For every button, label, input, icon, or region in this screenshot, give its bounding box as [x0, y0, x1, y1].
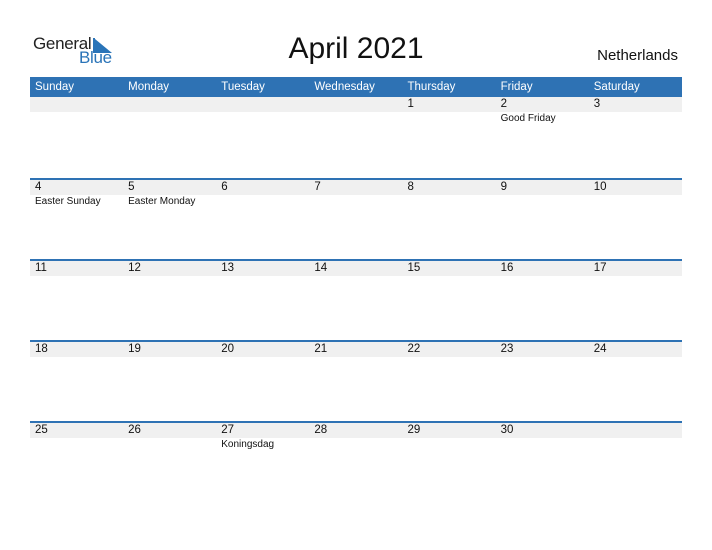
day-cell: 13: [216, 261, 309, 276]
day-number: 21: [314, 343, 328, 355]
weekday-header: Sunday Monday Tuesday Wednesday Thursday…: [30, 77, 682, 97]
day-number: 30: [500, 424, 514, 436]
day-cell: 25: [30, 423, 123, 438]
day-number: 26: [128, 424, 141, 436]
day-cell: 26: [123, 423, 216, 438]
day-number: 10: [593, 181, 607, 193]
day-number: 13: [221, 262, 235, 274]
day-cell: 24: [589, 342, 682, 357]
day-cell: 2 Good Friday: [496, 97, 589, 124]
weekday-friday: Friday: [500, 81, 533, 93]
day-number: 28: [314, 424, 328, 436]
day-cell: 17: [589, 261, 682, 276]
day-number: 8: [407, 181, 414, 193]
week-row: 11 12 13 14 15 16 17: [30, 259, 682, 340]
day-number: 4: [35, 181, 42, 193]
day-cell: 5 Easter Monday: [123, 180, 216, 207]
day-cell: 30: [496, 423, 589, 438]
day-number: 27: [221, 424, 235, 436]
country-label: Netherlands: [597, 47, 678, 64]
weekday-wednesday: Wednesday: [314, 81, 375, 93]
day-cell: 18: [30, 342, 123, 357]
day-number: 23: [500, 343, 514, 355]
week-row: 25 26 27 Koningsdag 28 29 30: [30, 421, 682, 502]
day-number: 15: [407, 262, 421, 274]
day-number: 22: [407, 343, 421, 355]
day-number: 3: [593, 98, 601, 110]
day-cell: 4 Easter Sunday: [30, 180, 123, 207]
week-row: 1 2 Good Friday 3: [30, 97, 682, 178]
day-cell: 23: [496, 342, 589, 357]
day-cell: 3: [589, 97, 682, 112]
day-number: 29: [407, 424, 421, 436]
day-cell: [589, 423, 682, 438]
weekday-thursday: Thursday: [407, 81, 456, 93]
week-row: 18 19 20 21 22 23 24: [30, 340, 682, 421]
holiday-label: Easter Monday: [128, 196, 196, 207]
day-cell: 19: [123, 342, 216, 357]
week-row: 4 Easter Sunday 5 Easter Monday 6 7 8 9 10: [30, 178, 682, 259]
day-number: 9: [500, 181, 508, 193]
holiday-label: Koningsdag: [221, 439, 275, 450]
day-cell: 15: [403, 261, 496, 276]
day-number: 18: [35, 343, 48, 355]
holiday-label: Easter Sunday: [35, 196, 101, 207]
day-number: 5: [128, 181, 135, 193]
day-number: 24: [593, 343, 607, 355]
calendar-grid: Sunday Monday Tuesday Wednesday Thursday…: [30, 77, 682, 502]
day-number: 25: [35, 424, 48, 436]
weekday-monday: Monday: [128, 81, 170, 93]
holiday-label: Good Friday: [500, 113, 556, 124]
day-number: 19: [128, 343, 141, 355]
weeks-container: 1 2 Good Friday 3 4 Easter Sunday 5 Easter Mond…: [30, 97, 682, 502]
day-cell: 20: [216, 342, 309, 357]
weekday-saturday: Saturday: [593, 81, 640, 93]
day-cell: 1: [403, 97, 496, 112]
day-number: 7: [314, 181, 321, 193]
day-cell: 10: [589, 180, 682, 195]
day-cell: 8: [403, 180, 496, 195]
day-number: 20: [221, 343, 235, 355]
day-number: 11: [35, 262, 47, 274]
day-cell: [309, 97, 402, 112]
day-number: 1: [407, 98, 414, 110]
day-number: 12: [128, 262, 141, 274]
day-cell: 16: [496, 261, 589, 276]
day-cell: 9: [496, 180, 589, 195]
day-cell: 11: [30, 261, 123, 276]
day-cell: 14: [309, 261, 402, 276]
day-number: 14: [314, 262, 328, 274]
day-cell: [216, 97, 309, 112]
day-number: 17: [593, 262, 607, 274]
day-cell: 6: [216, 180, 309, 195]
day-cell: 12: [123, 261, 216, 276]
day-cell: [123, 97, 216, 112]
day-cell: [30, 97, 123, 112]
day-number: 2: [500, 98, 508, 110]
day-cell: 28: [309, 423, 402, 438]
day-cell: 21: [309, 342, 402, 357]
weekday-sunday: Sunday: [35, 81, 75, 93]
day-cell: 29: [403, 423, 496, 438]
day-cell: 27 Koningsdag: [216, 423, 309, 450]
day-number: 16: [500, 262, 514, 274]
day-cell: 22: [403, 342, 496, 357]
day-cell: 7: [309, 180, 402, 195]
day-number: 6: [221, 181, 228, 193]
weekday-tuesday: Tuesday: [221, 81, 265, 93]
